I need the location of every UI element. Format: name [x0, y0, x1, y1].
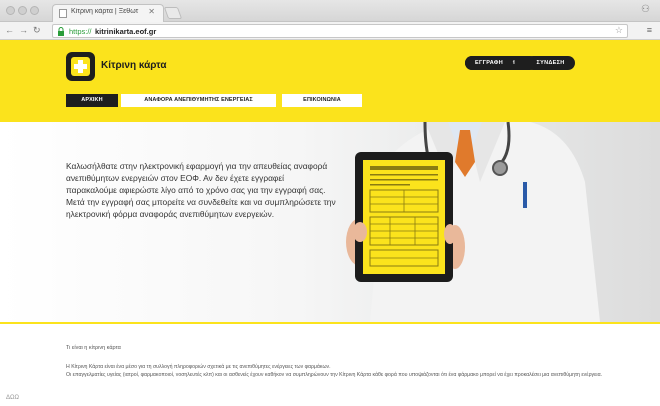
main-content: Τι είναι η κίτρινη κάρτα Η Κίτρινη Κάρτα… — [0, 324, 660, 406]
browser-toolbar: ← → ↻ https:// kitrinikarta.eof.gr ☆ ≡ — [0, 22, 660, 40]
window-minimize-button[interactable] — [18, 6, 27, 15]
url-host: kitrinikarta.eof.gr — [95, 27, 157, 36]
back-icon[interactable]: ← — [5, 25, 14, 35]
nav-home[interactable]: ΑΡΧΙΚΗ — [66, 94, 118, 107]
paragraph-2: Οι επαγγελματίες υγείας (ιατροί, φαρμακο… — [66, 372, 603, 378]
site-header: Κίτρινη κάρτα ΕΓΓΡΑΦΗ ΣΥΝΔΕΣΗ — [0, 40, 660, 122]
new-tab-button[interactable] — [163, 7, 183, 19]
address-bar[interactable]: https:// kitrinikarta.eof.gr ☆ — [52, 24, 628, 38]
browser-window: Κίτρινη κάρτα | Ξεθωτ ✕ ⚇ ← → ↻ https://… — [0, 0, 660, 406]
tab-title: Κίτρινη κάρτα | Ξεθωτ — [71, 8, 139, 15]
reload-icon[interactable]: ↻ — [33, 25, 41, 36]
browser-tab[interactable]: Κίτρινη κάρτα | Ξεθωτ ✕ — [52, 4, 164, 22]
nav-contact[interactable]: ΕΠΙΚΟΙΝΩΝΙΑ — [282, 94, 362, 107]
hero-banner: Καλωσήλθατε στην ηλεκτρονική εφαρμογή γι… — [0, 122, 660, 322]
page-icon — [59, 9, 67, 18]
plus-logo-icon — [71, 57, 90, 76]
browser-menu-icon[interactable]: ≡ — [647, 25, 652, 35]
nav-report[interactable]: ΑΝΑΦΟΡΑ ΑΝΕΠΙΘΥΜΗΤΗΣ ΕΝΕΡΓΕΙΑΣ — [121, 94, 276, 107]
user-icon[interactable]: ⚇ — [641, 4, 650, 15]
status-bar-icon: ΔΩΩ — [6, 395, 19, 401]
bookmark-star-icon[interactable]: ☆ — [615, 25, 623, 36]
logo-text[interactable]: Κίτρινη κάρτα — [101, 60, 167, 71]
section-title: Τι είναι η κίτρινη κάρτα — [66, 345, 121, 351]
lock-icon — [58, 27, 64, 36]
window-close-button[interactable] — [6, 6, 15, 15]
url-scheme: https:// — [69, 27, 92, 36]
forward-icon[interactable]: → — [19, 25, 28, 35]
register-pill[interactable]: ΕΓΓΡΑΦΗ — [465, 56, 513, 70]
close-icon[interactable]: ✕ — [148, 7, 155, 16]
window-zoom-button[interactable] — [30, 6, 39, 15]
tab-bar: Κίτρινη κάρτα | Ξεθωτ ✕ ⚇ — [0, 0, 660, 22]
logo[interactable] — [66, 52, 95, 81]
paragraph-1: Η Κίτρινη Κάρτα είναι ένα μέσο για τη συ… — [66, 364, 331, 370]
doctor-tablet-illustration — [346, 122, 600, 322]
login-pill[interactable]: ΣΥΝΔΕΣΗ — [526, 56, 575, 70]
welcome-text: Καλωσήλθατε στην ηλεκτρονική εφαρμογή γι… — [66, 161, 336, 219]
